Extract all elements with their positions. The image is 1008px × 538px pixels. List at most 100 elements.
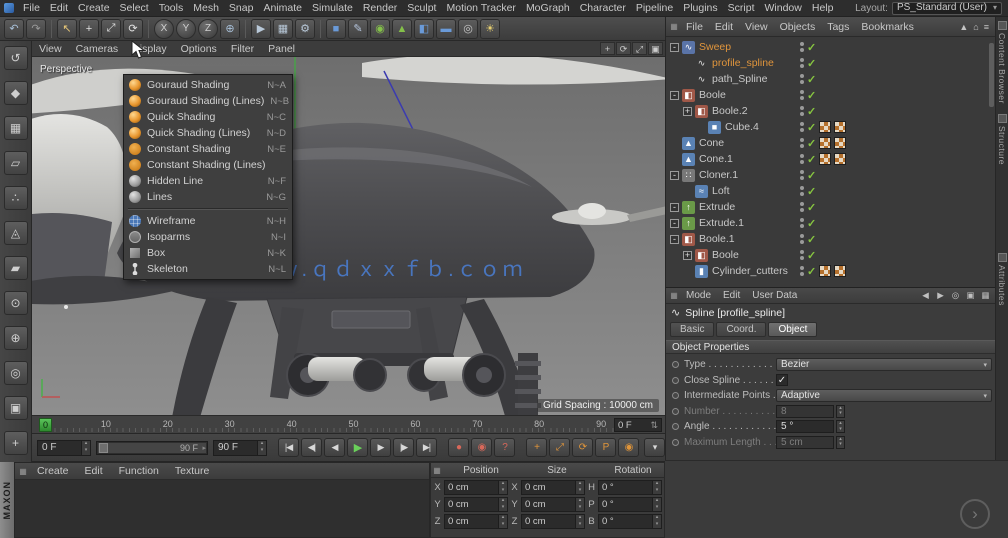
timeline-ruler[interactable]: 0 0 F ⇅ 10 20 30 40 50 60 70 80 90 [32,415,665,434]
playback-options-button[interactable]: ▾ [644,438,665,457]
display-menu-item-wireframe[interactable]: Wireframe N~H [124,213,292,229]
panel-grip-icon[interactable]: ▦ [668,291,680,300]
om-menu-objects[interactable]: Objects [774,21,822,33]
editor-visibility-dot[interactable] [800,42,804,46]
editor-visibility-dot[interactable] [800,154,804,158]
render-visibility-dot[interactable] [800,144,804,148]
enabled-check-icon[interactable]: ✓ [807,41,816,54]
live-selection-icon[interactable]: ↖ [57,18,77,39]
spinner-down-icon[interactable]: ▾ [82,447,90,455]
om-menu-view[interactable]: View [739,21,774,33]
coord-field-position-x[interactable]: 0 cm ▴ ▾ [444,480,508,495]
current-frame-field[interactable]: 0 F ⇅ [614,418,662,432]
zoom-view-icon[interactable]: ⤢ [632,42,647,55]
texture-tag-icon[interactable] [819,265,832,277]
add-spline-icon[interactable]: ✎ [348,18,368,39]
dock-tab-attributes[interactable]: Attributes [997,252,1007,306]
toggle-panels-icon[interactable]: ▣ [648,42,663,55]
polygons-mode-icon[interactable]: ▰ [3,256,28,280]
menu-tools[interactable]: Tools [154,0,189,16]
visibility-dots[interactable] [800,74,804,84]
spinner-buttons[interactable]: ▴ ▾ [498,515,507,528]
points-mode-icon[interactable]: ∴ [3,186,28,210]
visibility-dots[interactable] [800,234,804,244]
render-visibility-dot[interactable] [800,128,804,132]
menu-sculpt[interactable]: Sculpt [402,0,441,16]
texture-tag-icon[interactable] [834,137,847,149]
display-menu-item-gouraud-shading-lines[interactable]: Gouraud Shading (Lines) N~B [124,93,292,109]
object-row-cylinder-cutters[interactable]: ▮ Cylinder_cutters ✓ [666,263,995,279]
render-visibility-dot[interactable] [800,208,804,212]
render-visibility-dot[interactable] [800,112,804,116]
spinner-buttons[interactable]: ▴ ▾ [575,481,584,494]
object-row-boole[interactable]: + ◧ Boole ✓ [666,247,995,263]
menu-motion-tracker[interactable]: Motion Tracker [441,0,520,16]
enabled-check-icon[interactable]: ✓ [807,73,816,86]
scale-tool-icon[interactable]: ⤢ [101,18,121,39]
spinner-buttons[interactable]: ▴ ▾ [498,498,507,511]
texture-tag-icon[interactable] [819,137,832,149]
add-camera-icon[interactable]: ◎ [458,18,478,39]
render-view-icon[interactable]: ▶ [251,18,271,39]
spinner-down-icon[interactable]: ▾ [837,442,844,448]
menu-help[interactable]: Help [807,0,839,16]
spinner-buttons[interactable]: ▴ ▾ [652,481,661,494]
menu-animate[interactable]: Animate [258,0,307,16]
goto-start-button[interactable]: |◀ [278,438,299,457]
play-button[interactable]: ▶ [347,438,368,457]
object-row-boole[interactable]: - ◧ Boole ✓ [666,87,995,103]
visibility-dots[interactable] [800,218,804,228]
panel-grip-icon[interactable]: ▦ [668,22,680,31]
visibility-dots[interactable] [800,250,804,260]
menu-snap[interactable]: Snap [224,0,259,16]
material-menu-texture[interactable]: Texture [167,465,217,477]
editor-visibility-dot[interactable] [800,138,804,142]
object-row-sweep[interactable]: - ∿ Sweep ✓ [666,39,995,55]
menu-window[interactable]: Window [760,0,807,16]
enabled-check-icon[interactable]: ✓ [807,89,816,102]
add-modeling-object-icon[interactable]: ◧ [414,18,434,39]
lock-x-axis-icon[interactable]: X [154,18,174,39]
expand-minus-icon[interactable]: - [670,202,679,212]
render-visibility-dot[interactable] [800,64,804,68]
tab-basic[interactable]: Basic [670,322,715,337]
om-list-icon[interactable]: ≡ [984,22,989,32]
pan-view-icon[interactable]: + [600,42,615,55]
display-menu-item-quick-shading-lines[interactable]: Quick Shading (Lines) N~D [124,125,292,141]
attr-menu-user-data[interactable]: User Data [746,290,803,301]
menu-file[interactable]: File [18,0,45,16]
slider-right-arrow-icon[interactable]: ▸ [202,444,206,452]
spinner-down-icon[interactable]: ▾ [258,447,266,455]
enabled-check-icon[interactable]: ✓ [807,121,816,134]
render-region-icon[interactable]: ▦ [273,18,293,39]
editor-visibility-dot[interactable] [800,234,804,238]
next-frame-button[interactable]: ▶ [370,438,391,457]
workplane-mode-icon[interactable]: ▱ [3,151,28,175]
enabled-check-icon[interactable]: ✓ [807,249,816,262]
render-visibility-dot[interactable] [800,48,804,52]
editor-visibility-dot[interactable] [800,58,804,62]
enabled-check-icon[interactable]: ✓ [807,169,816,182]
panel-grip-icon[interactable]: ▦ [17,467,29,476]
spinner-buttons[interactable]: ▴ ▾ [498,481,507,494]
spinner-down-icon[interactable]: ▾ [499,487,507,494]
texture-tag-icon[interactable] [834,121,847,133]
menu-edit[interactable]: Edit [45,0,73,16]
current-frame-marker[interactable]: 0 [39,418,52,432]
spinner-buttons[interactable]: ▴ ▾ [836,435,845,449]
coord-field-size-y[interactable]: 0 cm ▴ ▾ [521,497,585,512]
object-row-cone-1[interactable]: ▲ Cone.1 ✓ [666,151,995,167]
material-menu-create[interactable]: Create [29,465,77,477]
visibility-dots[interactable] [800,58,804,68]
menu-select[interactable]: Select [115,0,154,16]
overlay-next-arrow[interactable]: › [960,499,990,529]
attr-menu-edit[interactable]: Edit [717,290,746,301]
spinner-buttons[interactable]: ▴ ▾ [575,515,584,528]
keyframe-dot-icon[interactable] [672,361,679,369]
enabled-check-icon[interactable]: ✓ [807,57,816,70]
coordinate-system-icon[interactable]: ⊕ [220,18,240,39]
object-row-extrude[interactable]: - ↑ Extrude ✓ [666,199,995,215]
om-home-icon[interactable]: ⌂ [973,22,978,32]
key-position-button[interactable]: + [526,438,547,457]
render-visibility-dot[interactable] [800,240,804,244]
